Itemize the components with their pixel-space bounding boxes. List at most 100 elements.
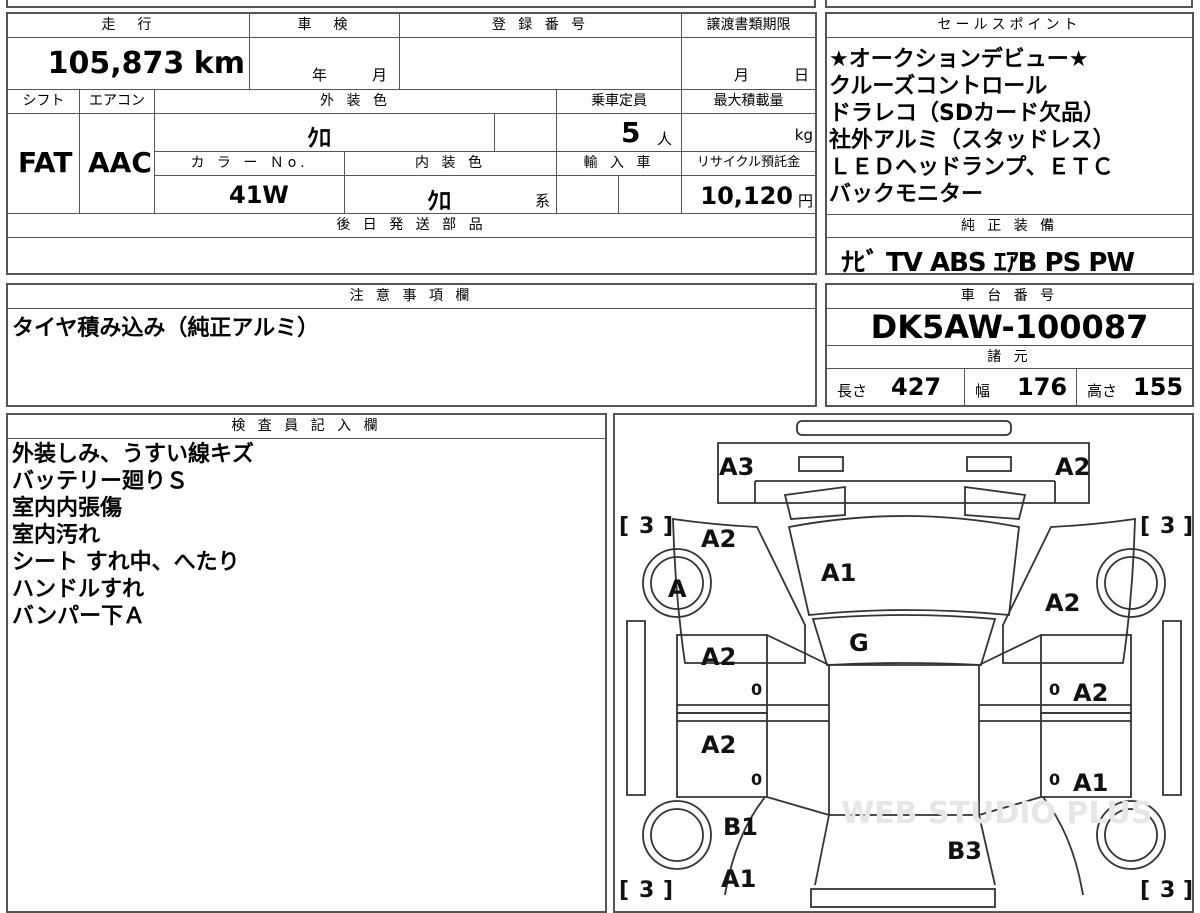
capacity-value-cell: 5 人 — [557, 114, 682, 152]
import-sub-cell — [619, 176, 682, 214]
genuine-equipment-value: ﾅﾋﾞ TV ABS ｴｱB PS PW — [841, 248, 1135, 278]
inspector-lines: 外装しみ、うすい線キズ バッテリー廻りＳ 室内内張傷 室内汚れ シート すれ中、… — [12, 441, 254, 630]
aircon-value: AAC — [88, 146, 152, 179]
max-load-header: 最大積載量 — [682, 90, 815, 114]
registration-value — [400, 38, 682, 90]
exterior-color-header: 外 装 色 — [155, 90, 557, 114]
spec-length-cell: 長さ 427 — [827, 369, 965, 405]
spec-width-cell: 幅 176 — [965, 369, 1077, 405]
inspector-line: 外装しみ、うすい線キズ — [12, 442, 255, 467]
zero-rl: 0 — [751, 770, 762, 789]
tire-bracket-fl-close: ] — [663, 514, 673, 539]
exterior-color-value: ｸﾛ — [307, 124, 331, 152]
mileage-unit: km — [193, 46, 245, 81]
sales-points-header: セールスポイント — [827, 14, 1192, 38]
notes-panel: 注 意 事 項 欄 タイヤ積み込み（純正アルミ） — [6, 283, 817, 407]
tire-rl-label: 3 — [639, 878, 654, 903]
transfer-deadline-header: 譲渡書類期限 — [682, 14, 815, 38]
sales-points-list: ★オークションデビュー★ クルーズコントロール ドラレコ（SDカード欠品） 社外… — [829, 46, 1190, 208]
chassis-no-header: 車 台 番 号 — [827, 285, 1192, 309]
specs-header: 諸 元 — [827, 345, 1192, 369]
shift-value: FAT — [18, 146, 73, 179]
vehicle-data-table: 走 行 車 検 登 録 番 号 譲渡書類期限 105,873 km 年 月 月 … — [6, 12, 817, 275]
capacity-unit: 人 — [657, 130, 673, 148]
damage-front-right: A2 — [1055, 453, 1090, 481]
damage-windshield: G — [849, 629, 869, 657]
spec-width-value: 176 — [1017, 373, 1068, 401]
interior-color-value: ｸﾛ — [427, 187, 451, 215]
inspector-panel: 検 査 員 記 入 欄 外装しみ、うすい線キズ バッテリー廻りＳ 室内内張傷 室… — [6, 413, 607, 913]
damage-door-fr: A2 — [1073, 679, 1108, 707]
tire-fr-label: 3 — [1160, 514, 1175, 539]
later-parts-value — [8, 238, 815, 273]
notes-header: 注 意 事 項 欄 — [8, 285, 815, 309]
recycle-value: 10,120 — [700, 182, 793, 210]
later-parts-header: 後 日 発 送 部 品 — [8, 214, 815, 238]
damage-front-left: A3 — [719, 453, 754, 481]
chassis-no-value: DK5AW-100087 — [870, 308, 1149, 346]
exterior-color-sub-cell — [495, 114, 557, 152]
transfer-month-label: 月 — [734, 66, 750, 84]
sales-point-item: ドラレコ（SDカード欠品） — [829, 101, 1106, 126]
damage-wheel-fl: A — [668, 575, 687, 603]
spec-length-label: 長さ — [837, 382, 868, 400]
spec-height-value: 155 — [1133, 373, 1184, 401]
damage-fender-left: A2 — [701, 525, 736, 553]
inspector-line: バンパー下Ａ — [12, 604, 146, 629]
inspection-month-label: 月 — [372, 66, 388, 84]
tire-bracket-rl: [ — [619, 878, 629, 903]
interior-color-header: 内 装 色 — [345, 152, 557, 176]
tire-bracket-fl: [ — [619, 514, 629, 539]
color-no-value: 41W — [229, 181, 289, 209]
color-no-header: カ ラ ー Ｎo. — [155, 152, 345, 176]
registration-header: 登 録 番 号 — [400, 14, 682, 38]
damage-door-rr: A1 — [1073, 769, 1108, 797]
sales-points-panel: セールスポイント ★オークションデビュー★ クルーズコントロール ドラレコ（SD… — [825, 12, 1194, 278]
mileage-value-cell: 105,873 km — [8, 38, 250, 90]
car-diagram: [ 3 ] [ 3 ] [ 3 ] [ 3 ] A3 A2 A2 A A1 A2… — [619, 420, 1192, 908]
inspector-line: 室内汚れ — [12, 523, 101, 548]
tire-bracket-rl-close: ] — [663, 878, 673, 903]
car-diagram-panel: [ 3 ] [ 3 ] [ 3 ] [ 3 ] A3 A2 A2 A A1 A2… — [613, 413, 1194, 913]
recycle-unit: 円 — [797, 192, 813, 210]
spec-length-value: 427 — [891, 373, 942, 401]
exterior-color-value-cell: ｸﾛ — [155, 114, 495, 152]
sales-point-item: ★オークションデビュー★ — [829, 47, 1089, 72]
zero-fr: 0 — [1049, 680, 1060, 699]
import-header: 輸 入 車 — [557, 152, 682, 176]
interior-color-value-cell: ｸﾛ 系 — [345, 176, 557, 215]
import-value-cell — [557, 176, 619, 214]
spec-width-label: 幅 — [975, 382, 991, 400]
capacity-value: 5 — [621, 116, 641, 149]
damage-door-rl: A2 — [701, 731, 736, 759]
shift-header: シフト — [8, 90, 80, 114]
aircon-header: エアコン — [80, 90, 155, 114]
inspector-line: シート すれ中、へたり — [12, 550, 240, 575]
tire-fl-label: 3 — [639, 514, 654, 539]
transfer-day-label: 日 — [794, 66, 810, 84]
transfer-deadline-value-cell: 月 日 — [682, 38, 815, 90]
damage-rear-left: A1 — [721, 865, 756, 893]
notes-value: タイヤ積み込み（純正アルミ） — [12, 316, 320, 341]
damage-door-fl: A2 — [701, 643, 736, 671]
damage-hood: A1 — [821, 559, 856, 587]
spec-height-label: 高さ — [1087, 382, 1118, 400]
damage-quarter-left: B1 — [723, 813, 758, 841]
damage-roof-rear: B3 — [947, 837, 982, 865]
shift-value-cell: FAT — [8, 114, 80, 214]
tire-bracket-rr: [ — [1140, 878, 1150, 903]
sales-point-item: ＬＥＤヘッドランプ、ＥＴＣ — [829, 155, 1114, 180]
inspector-line: 室内内張傷 — [12, 496, 123, 521]
mileage-header: 走 行 — [8, 14, 250, 38]
tire-rr-label: 3 — [1160, 878, 1175, 903]
interior-color-suffix: 系 — [535, 192, 551, 210]
damage-fender-right: A2 — [1045, 589, 1080, 617]
inspector-header: 検 査 員 記 入 欄 — [8, 415, 605, 439]
max-load-unit: kg — [794, 126, 813, 144]
sales-point-item: クルーズコントロール — [829, 74, 1048, 99]
chassis-panel: 車 台 番 号 DK5AW-100087 諸 元 長さ 427 幅 176 高さ… — [825, 283, 1194, 407]
tire-bracket-fr: [ — [1140, 514, 1150, 539]
inspector-line: ハンドルすれ — [12, 577, 145, 602]
inspection-value-cell: 年 月 — [250, 38, 400, 90]
tire-bracket-fr-close: ] — [1183, 514, 1192, 539]
